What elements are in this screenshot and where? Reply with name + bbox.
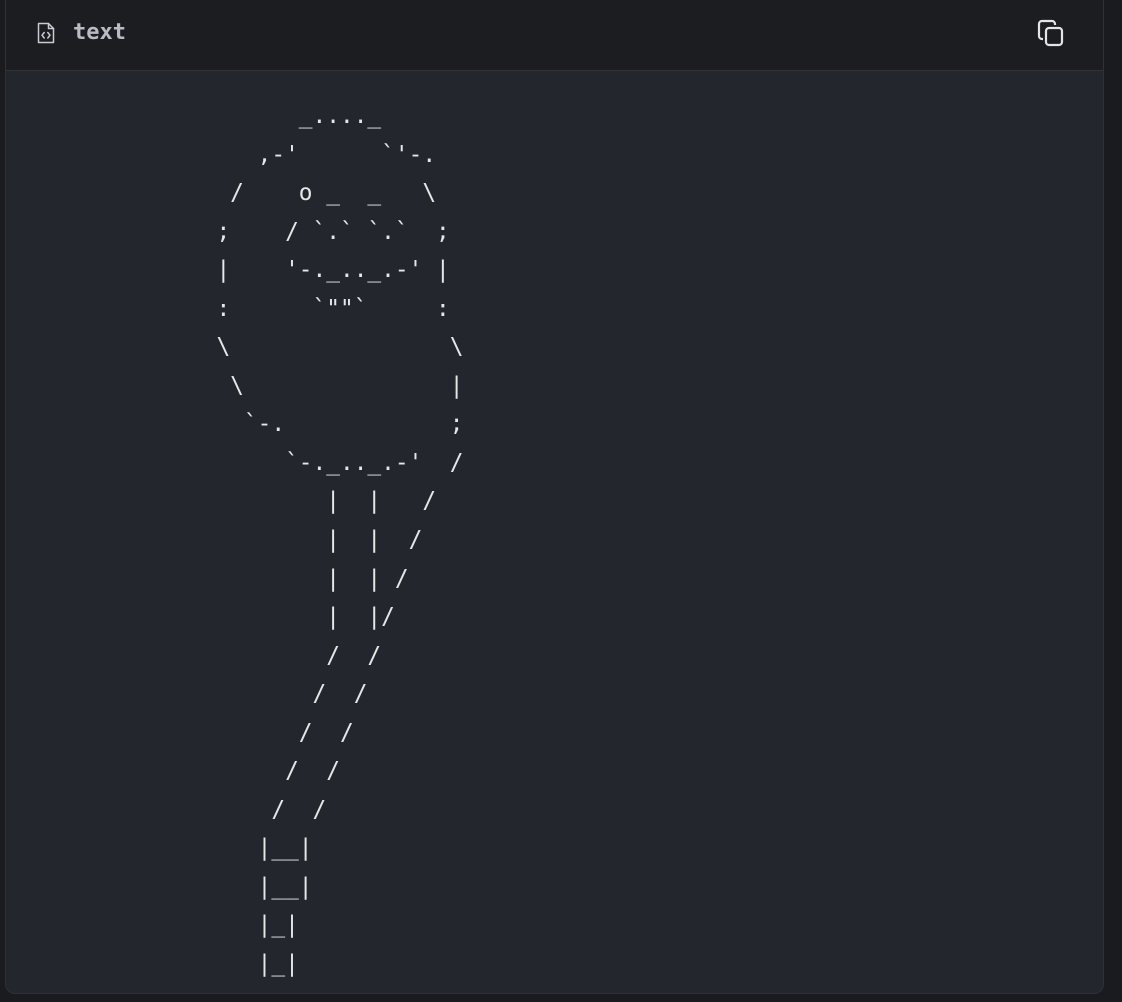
language-label: text [73, 20, 126, 45]
code-block-body: _...._ ,-' `'-. / o _ _ \ ; / `.` `.` ; … [6, 72, 1103, 993]
ascii-art-content: _...._ ,-' `'-. / o _ _ \ ; / `.` `.` ; … [216, 103, 464, 978]
code-block: text _...._ ,-' `'-. / o _ _ \ ; / `.` `… [5, 0, 1104, 994]
copy-icon [1037, 19, 1064, 47]
copy-button[interactable] [1031, 14, 1071, 54]
code-block-header: text [6, 0, 1103, 71]
file-code-icon [36, 22, 56, 44]
